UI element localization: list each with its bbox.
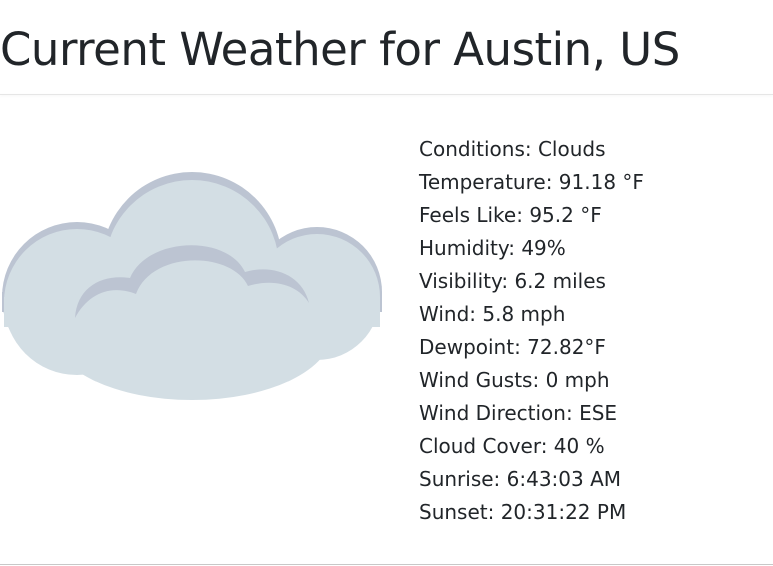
cloud-icon (2, 172, 382, 406)
cloud-cover-row: Cloud Cover: 40 % (419, 434, 605, 458)
sunset-row: Sunset: 20:31:22 PM (419, 500, 627, 524)
conditions-row: Conditions: Clouds (419, 137, 606, 161)
page-title: Current Weather for Austin, US (0, 23, 680, 76)
weather-page: Current Weather for Austin, US Condition… (0, 0, 773, 566)
weather-details-list: Conditions: Clouds Temperature: 91.18 °F… (419, 133, 644, 529)
wind-row: Wind: 5.8 mph (419, 302, 566, 326)
wind-direction-row: Wind Direction: ESE (419, 401, 618, 425)
dewpoint-row: Dewpoint: 72.82°F (419, 335, 606, 359)
header-divider (0, 94, 773, 95)
humidity-row: Humidity: 49% (419, 236, 566, 260)
sunrise-row: Sunrise: 6:43:03 AM (419, 467, 622, 491)
visibility-row: Visibility: 6.2 miles (419, 269, 606, 293)
feels-like-row: Feels Like: 95.2 °F (419, 203, 602, 227)
footer-divider (0, 564, 773, 565)
wind-gusts-row: Wind Gusts: 0 mph (419, 368, 610, 392)
temperature-row: Temperature: 91.18 °F (419, 170, 644, 194)
